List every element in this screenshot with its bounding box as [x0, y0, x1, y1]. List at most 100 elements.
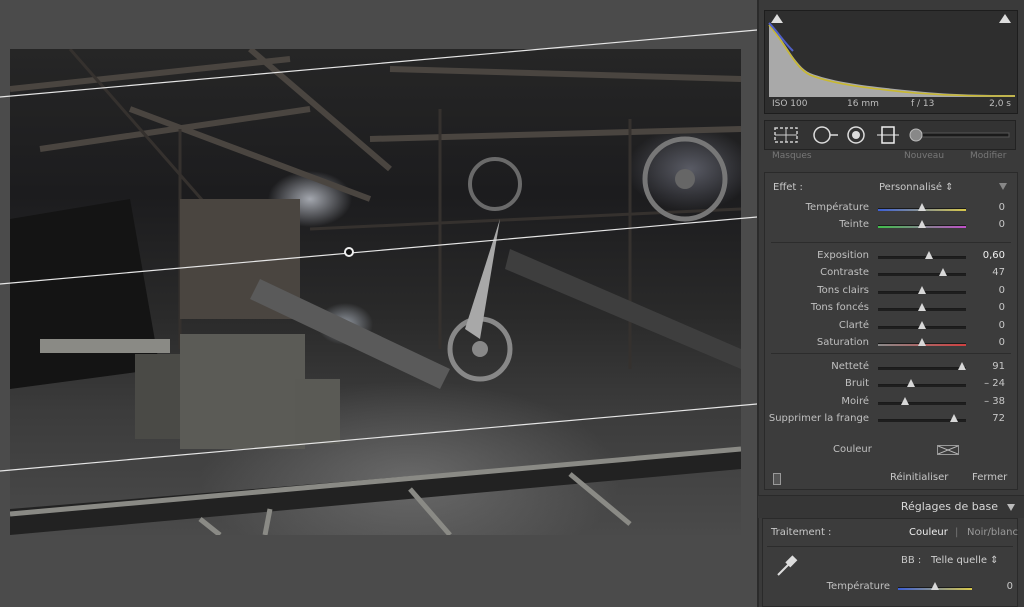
effect-label: Effet :: [773, 182, 803, 193]
eyedropper-icon[interactable]: [773, 553, 799, 579]
close-button[interactable]: Fermer: [972, 472, 1007, 483]
exif-shutter: 2,0 s: [989, 99, 1011, 109]
graduated-filter-panel: Effet : Personnalisé ⇕ Température 0 Teint…: [764, 172, 1018, 490]
slider-label: Clarté: [838, 319, 869, 331]
slider-thumb[interactable]: [918, 338, 926, 346]
exif-iso: ISO 100: [772, 99, 808, 109]
tool-strip: [764, 120, 1016, 150]
slider-value[interactable]: 0: [999, 337, 1005, 348]
basic-section-title: Réglages de base: [900, 500, 998, 513]
histogram[interactable]: ISO 100 16 mm f / 13 2,0 s: [764, 10, 1018, 114]
slider-thumb[interactable]: [931, 582, 939, 590]
slider-row-2-3: Supprimer la frange 72: [765, 411, 1017, 428]
slider-row-0-1: Teinte 0: [765, 217, 1017, 234]
slider-value[interactable]: 0: [999, 285, 1005, 296]
crop-overlay-icon[interactable]: [773, 126, 799, 144]
slider-row-2-0: Netteté 91: [765, 359, 1017, 376]
shadow-clipping-icon[interactable]: [771, 14, 783, 23]
slider-thumb[interactable]: [918, 203, 926, 211]
slider-track[interactable]: [878, 367, 966, 370]
slider-thumb[interactable]: [901, 396, 910, 405]
slider-track[interactable]: [878, 384, 966, 388]
adjustment-brush-slider-icon[interactable]: [907, 126, 1011, 144]
color-label: Couleur: [833, 444, 872, 455]
slider-label: Exposition: [817, 250, 869, 261]
slider-value[interactable]: – 24: [984, 378, 1005, 389]
exif-aperture: f / 13: [911, 99, 935, 109]
color-swatch[interactable]: [937, 445, 959, 455]
effect-preset-select[interactable]: Personnalisé ⇕: [879, 182, 954, 193]
peek-edit[interactable]: Modifier: [970, 151, 1006, 161]
slider-value[interactable]: 91: [992, 361, 1005, 372]
peek-new[interactable]: Nouveau: [904, 151, 944, 161]
slider-value[interactable]: 0: [1007, 581, 1013, 592]
slider-label: Tons foncés: [810, 302, 869, 314]
slider-thumb[interactable]: [918, 320, 926, 329]
slider-row-1-2: Tons clairs 0: [765, 283, 1017, 300]
slider-label: Température: [826, 581, 890, 592]
treatment-label: Traitement :: [771, 527, 832, 538]
slider-row-1-1: Contraste 47: [765, 265, 1017, 282]
graduated-filter-pin[interactable]: [344, 247, 354, 257]
exif-focal: 16 mm: [847, 99, 879, 109]
slider-row-1-3: Tons foncés 0: [765, 300, 1017, 317]
slider-value[interactable]: 0: [999, 202, 1005, 213]
no-color-icon: [937, 445, 959, 455]
slider-thumb[interactable]: [907, 379, 916, 388]
wb-select[interactable]: Telle quelle ⇕: [931, 555, 999, 566]
slider-track[interactable]: [878, 256, 966, 259]
slider-row-2-1: Bruit – 24: [765, 376, 1017, 393]
slider-label: Température: [805, 202, 869, 213]
slider-thumb[interactable]: [918, 285, 926, 294]
slider-row-temperature: Température 0: [763, 579, 1017, 596]
slider-track[interactable]: [878, 401, 966, 405]
slider-row-1-0: Exposition 0,60: [765, 248, 1017, 265]
treatment-color-option[interactable]: Couleur: [909, 527, 948, 538]
collapse-arrow-icon[interactable]: [999, 183, 1007, 190]
reset-button[interactable]: Réinitialiser: [890, 472, 948, 483]
slider-row-1-4: Clarté 0: [765, 318, 1017, 335]
slider-value[interactable]: 0: [999, 302, 1005, 313]
slider-label: Contraste: [820, 267, 869, 279]
spot-removal-icon[interactable]: [809, 126, 839, 144]
slider-value[interactable]: 47: [992, 267, 1005, 278]
treatment-separator: |: [955, 527, 959, 538]
treatment-bw-option[interactable]: Noir/blanc: [967, 527, 1018, 538]
basic-section-header[interactable]: Réglages de base: [758, 495, 1024, 518]
slider-row-1-5: Saturation 0: [765, 335, 1017, 352]
slider-value[interactable]: 0: [999, 219, 1005, 230]
slider-thumb[interactable]: [924, 251, 933, 259]
highlight-clipping-icon[interactable]: [999, 14, 1011, 23]
slider-label: Moiré: [841, 395, 869, 407]
panel-toggle-switch[interactable]: [773, 473, 781, 485]
graduated-filter-icon[interactable]: [877, 126, 899, 144]
slider-label: Bruit: [844, 378, 869, 390]
slider-label: Supprimer la frange: [768, 413, 869, 425]
graduated-filter-overlay[interactable]: [0, 0, 757, 607]
slider-thumb[interactable]: [938, 268, 947, 277]
slider-label: Netteté: [831, 361, 869, 372]
wb-label: BB :: [901, 555, 922, 566]
slider-value[interactable]: 0: [999, 320, 1005, 331]
red-eye-icon[interactable]: [845, 126, 867, 144]
divider: [771, 242, 1011, 243]
divider: [767, 546, 1013, 547]
divider: [771, 353, 1011, 354]
slider-value[interactable]: – 38: [984, 396, 1005, 407]
mask-header-peek: Masques Nouveau Modifier: [764, 151, 1016, 169]
slider-value[interactable]: 72: [992, 413, 1005, 424]
slider-thumb[interactable]: [949, 414, 958, 423]
slider-label: Tons clairs: [817, 284, 869, 296]
slider-value[interactable]: 0,60: [983, 250, 1005, 261]
slider-label: Saturation: [816, 337, 869, 348]
slider-thumb[interactable]: [918, 220, 926, 229]
slider-track[interactable]: [878, 273, 966, 277]
slider-thumb[interactable]: [918, 303, 926, 312]
slider-thumb[interactable]: [958, 362, 967, 370]
peek-mask: Masques: [772, 151, 812, 161]
collapse-arrow-icon[interactable]: [1007, 504, 1015, 511]
image-canvas[interactable]: [0, 0, 757, 607]
slider-row-0-0: Température 0: [765, 200, 1017, 217]
histogram-graph: [768, 22, 1016, 97]
slider-row-2-2: Moiré – 38: [765, 394, 1017, 411]
